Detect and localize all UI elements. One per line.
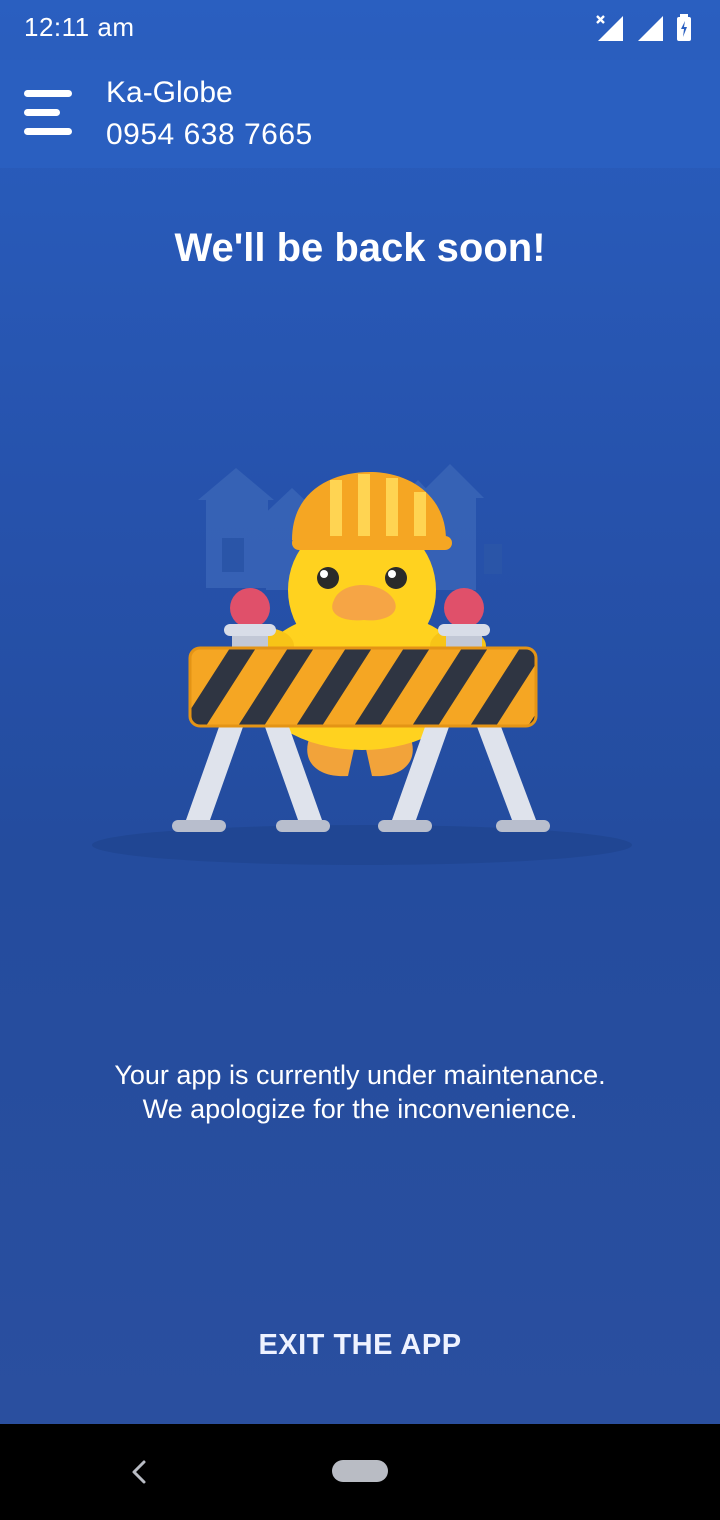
signal-icon — [638, 16, 663, 41]
exit-app-button[interactable]: EXIT THE APP — [200, 1318, 520, 1372]
hard-hat-icon — [292, 472, 452, 550]
status-time: 12:11 am — [24, 12, 135, 42]
app-bar: Ka-Globe 0954 638 7665 — [0, 60, 720, 168]
back-chevron-icon[interactable] — [124, 1454, 154, 1490]
battery-charging-icon — [677, 14, 691, 41]
status-bar: 12:11 am — [0, 0, 720, 60]
home-pill-icon[interactable] — [332, 1460, 388, 1482]
message-line-2: We apologize for the inconvenience. — [142, 1094, 578, 1124]
account-name: Ka-Globe — [106, 76, 233, 109]
system-nav-bar — [0, 1424, 720, 1520]
message-line-1: Your app is currently under maintenance. — [114, 1060, 606, 1090]
status-icons — [596, 12, 692, 42]
barrier-board — [188, 646, 538, 728]
maintenance-message: Your app is currently under maintenance.… — [0, 1058, 720, 1126]
account-number: 0954 638 7665 — [106, 118, 313, 151]
maintenance-screen: 12:11 am Ka-Globe 0954 638 7665 We'll be… — [0, 0, 720, 1424]
signal-no-data-icon — [596, 15, 623, 41]
page-title: We'll be back soon! — [174, 226, 546, 270]
menu-button[interactable] — [22, 84, 78, 142]
maintenance-duck-illustration — [92, 464, 632, 865]
